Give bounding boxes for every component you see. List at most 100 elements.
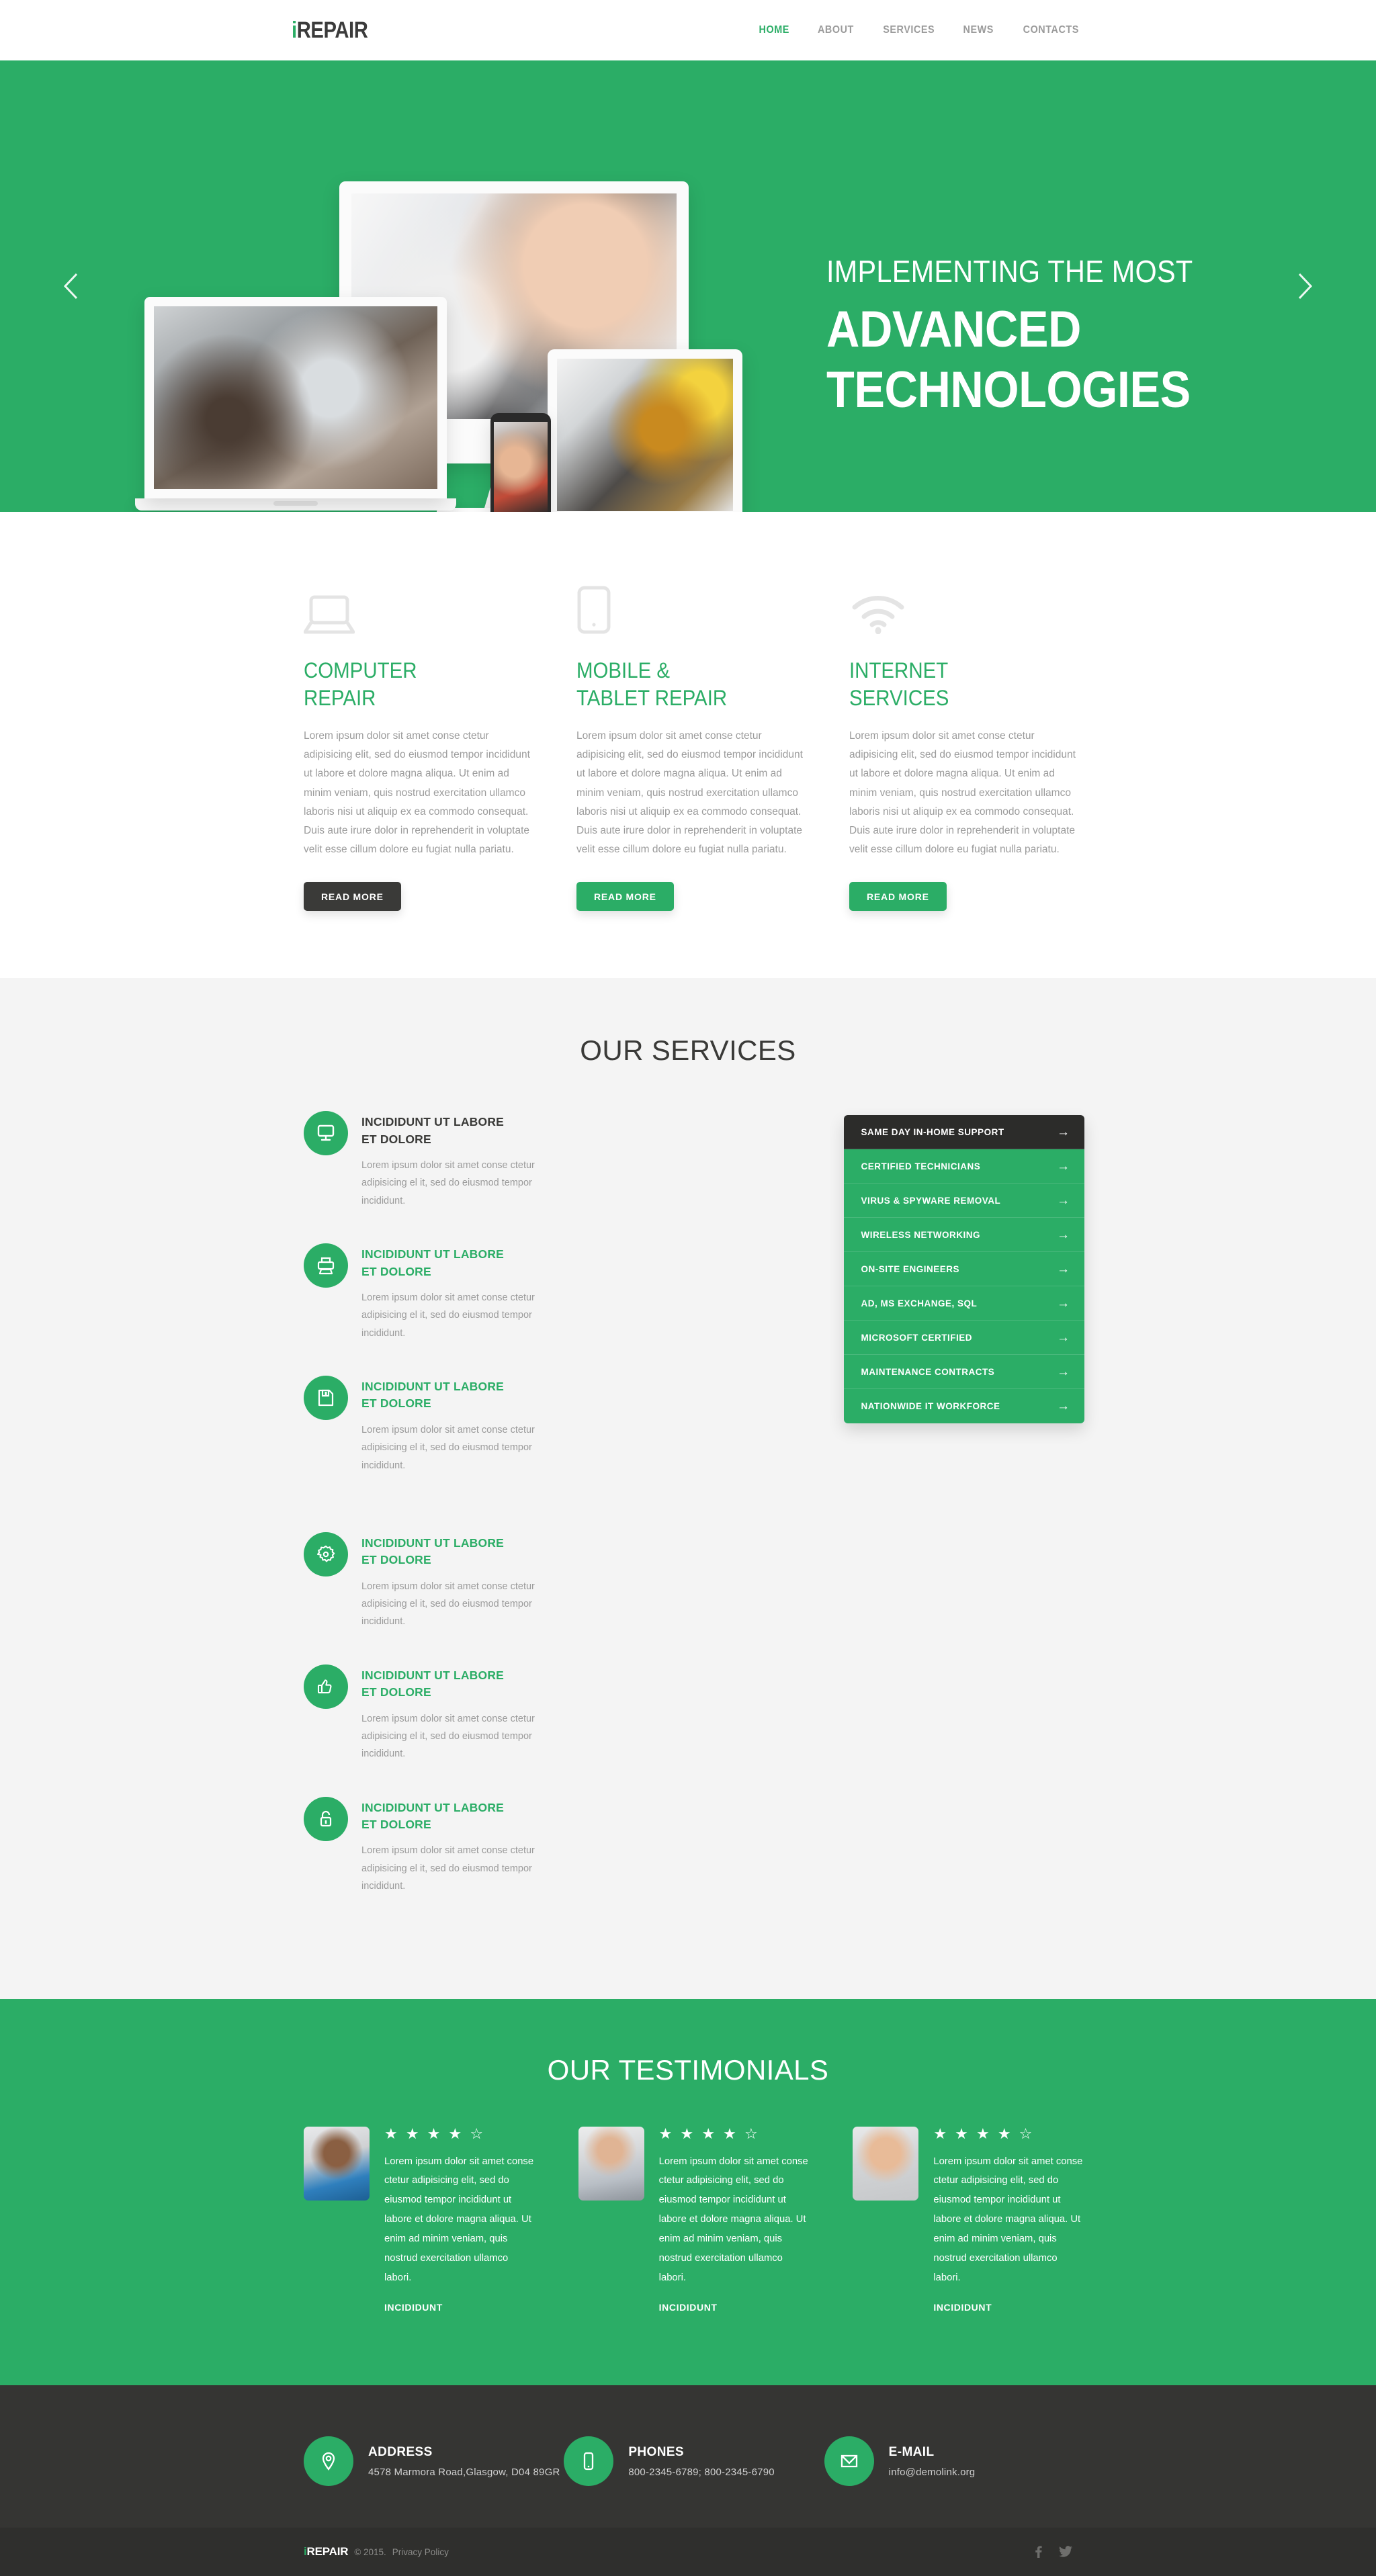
service-item-text: Lorem ipsum dolor sit amet conse ctetur … [361, 1160, 535, 1206]
feature-title-line-2: REPAIR [304, 685, 376, 710]
read-more-button[interactable]: READ MORE [576, 882, 674, 912]
read-more-button[interactable]: READ MORE [849, 882, 947, 912]
services-list-item-ad-ms-exchange-sql[interactable]: AD, MS EXCHANGE, SQL → [843, 1286, 1084, 1321]
service-item-text: Lorem ipsum dolor sit amet conse ctetur … [361, 1292, 535, 1339]
footer-contact-value: 4578 Marmora Road,Glasgow, D04 89GR [368, 2466, 560, 2478]
services-list-item-virus-spyware-removal[interactable]: VIRUS & SPYWARE REMOVAL → [843, 1184, 1084, 1218]
footer-contact-value: 800-2345-6789; 800-2345-6790 [628, 2466, 775, 2478]
twitter-icon[interactable] [1059, 2546, 1072, 2558]
service-title-line-1: INCIDIDUNT UT LABORE [361, 1115, 505, 1129]
footer-contact-address: ADDRESS 4578 Marmora Road,Glasgow, D04 8… [304, 2436, 564, 2487]
phone-icon [564, 2436, 614, 2487]
service-item-save[interactable]: INCIDIDUNT UT LABORE ET DOLORE Lorem ipsu… [304, 1376, 557, 1474]
service-item-title: INCIDIDUNT UT LABORE ET DOLORE [361, 1535, 557, 1569]
service-item-title: INCIDIDUNT UT LABORE ET DOLORE [361, 1246, 557, 1280]
service-title-line-1: INCIDIDUNT UT LABORE [361, 1247, 505, 1261]
privacy-policy-link[interactable]: Privacy Policy [392, 2547, 449, 2557]
page-root: iREPAIR HOME ABOUT SERVICES NEWS CONTACT… [0, 0, 1376, 2576]
hero-kicker: IMPLEMENTING THE MOST [826, 254, 1193, 289]
services-list-item-label: AD, MS EXCHANGE, SQL [861, 1298, 978, 1308]
services-list-item-on-site-engineers[interactable]: ON-SITE ENGINEERS → [843, 1252, 1084, 1287]
services-list: SAME DAY IN-HOME SUPPORT → CERTIFIED TECH… [843, 1115, 1084, 1424]
service-item-thumbs-up[interactable]: INCIDIDUNT UT LABORE ET DOLORE Lorem ipsu… [304, 1664, 557, 1763]
avatar [853, 2126, 919, 2201]
service-item-printer[interactable]: INCIDIDUNT UT LABORE ET DOLORE Lorem ipsu… [304, 1243, 557, 1342]
feature-title: COMPUTER REPAIR [304, 657, 520, 712]
avatar [304, 2126, 370, 2201]
site-logo[interactable]: iREPAIR [292, 17, 368, 44]
laptop-icon [304, 576, 539, 634]
service-title-line-1: INCIDIDUNT UT LABORE [361, 1800, 505, 1814]
phone-photo [494, 422, 548, 512]
service-title-line-1: INCIDIDUNT UT LABORE [361, 1380, 505, 1394]
copyright-text: © 2015. [354, 2547, 386, 2558]
arrow-right-icon: → [1057, 1227, 1070, 1242]
footer-contact-label: PHONES [628, 2444, 684, 2459]
services-column-left: INCIDIDUNT UT LABORE ET DOLORE Lorem ipsu… [304, 1111, 557, 1508]
site-footer: ADDRESS 4578 Marmora Road,Glasgow, D04 8… [0, 2385, 1376, 2528]
envelope-icon [824, 2436, 874, 2487]
testimonial-card: ★ ★ ★ ★ ☆ Lorem ipsum dolor sit amet con… [578, 2125, 810, 2313]
feature-card-internet-services: INTERNET SERVICES Lorem ipsum dolor sit a… [849, 576, 1084, 912]
service-item-monitor[interactable]: INCIDIDUNT UT LABORE ET DOLORE Lorem ipsu… [304, 1111, 557, 1210]
feature-text: Lorem ipsum dolor sit amet conse ctetur … [849, 729, 1076, 856]
services-list-item-label: WIRELESS NETWORKING [861, 1229, 981, 1240]
arrow-right-icon: → [1057, 1193, 1070, 1208]
services-list-item-certified-technicians[interactable]: CERTIFIED TECHNICIANS → [843, 1149, 1084, 1184]
services-list-item-nationwide-it-workforce[interactable]: NATIONWIDE IT WORKFORCE → [843, 1389, 1084, 1424]
service-item-text: Lorem ipsum dolor sit amet conse ctetur … [361, 1845, 535, 1892]
service-item-title: INCIDIDUNT UT LABORE ET DOLORE [361, 1800, 557, 1834]
monitor-icon [304, 1111, 348, 1156]
hero-title-line-2: TECHNOLOGIES [826, 361, 1191, 418]
services-list-item-maintenance-contracts[interactable]: MAINTENANCE CONTRACTS → [843, 1355, 1084, 1390]
chevron-right-icon [1298, 273, 1313, 300]
feature-title-line-2: TABLET REPAIR [576, 685, 728, 710]
services-column-right: INCIDIDUNT UT LABORE ET DOLORE Lorem ipsu… [304, 1531, 557, 1929]
feature-text: Lorem ipsum dolor sit amet conse ctetur … [304, 729, 530, 856]
service-title-line-1: INCIDIDUNT UT LABORE [361, 1536, 505, 1550]
services-grid: INCIDIDUNT UT LABORE ET DOLORE Lorem ipsu… [304, 1111, 821, 1928]
footer-contact-label: ADDRESS [368, 2444, 433, 2459]
nav-item-contacts[interactable]: CONTACTS [1023, 24, 1078, 36]
facebook-icon[interactable] [1032, 2546, 1044, 2559]
feature-title-line-1: INTERNET [849, 658, 949, 682]
service-item-text: Lorem ipsum dolor sit amet conse ctetur … [361, 1424, 535, 1471]
feature-title-line-1: COMPUTER [304, 658, 417, 682]
service-item-title: INCIDIDUNT UT LABORE ET DOLORE [361, 1667, 557, 1701]
laptop-photo [154, 306, 437, 489]
feature-title: INTERNET SERVICES [849, 657, 1066, 712]
nav-item-about[interactable]: ABOUT [818, 24, 854, 36]
thumbs-up-icon [304, 1664, 348, 1709]
rating-stars: ★ ★ ★ ★ ☆ [658, 2125, 760, 2142]
services-section: OUR SERVICES INCIDIDUNT UT LABORE ET DOLO… [0, 978, 1376, 1999]
testimonial-author: INCIDIDUNT [658, 2302, 718, 2313]
read-more-button[interactable]: READ MORE [304, 882, 401, 912]
tablet-icon [576, 576, 812, 634]
services-list-item-microsoft-certified[interactable]: MICROSOFT CERTIFIED → [843, 1321, 1084, 1356]
footer-contact-phones: PHONES 800-2345-6789; 800-2345-6790 [564, 2436, 824, 2487]
services-list-item-same-day-in-home-support[interactable]: SAME DAY IN-HOME SUPPORT → [843, 1115, 1084, 1150]
footer-logo[interactable]: iREPAIR [304, 2545, 349, 2559]
testimonial-text: Lorem ipsum dolor sit amet conse ctetur … [384, 2156, 534, 2283]
map-pin-icon [304, 2436, 353, 2487]
service-item-lock[interactable]: INCIDIDUNT UT LABORE ET DOLORE Lorem ipsu… [304, 1796, 557, 1896]
hero-devices-image [135, 181, 749, 512]
rating-stars: ★ ★ ★ ★ ☆ [933, 2125, 1035, 2142]
feature-title-line-1: MOBILE & [576, 658, 671, 682]
nav-item-news[interactable]: NEWS [963, 24, 994, 36]
services-list-item-label: SAME DAY IN-HOME SUPPORT [861, 1126, 1004, 1137]
footer-contact-email: E-MAIL info@demolink.org [824, 2436, 1084, 2487]
services-list-item-wireless-networking[interactable]: WIRELESS NETWORKING → [843, 1218, 1084, 1253]
arrow-right-icon: → [1057, 1399, 1070, 1414]
service-item-gear[interactable]: INCIDIDUNT UT LABORE ET DOLORE Lorem ipsu… [304, 1531, 557, 1631]
features-section: COMPUTER REPAIR Lorem ipsum dolor sit ame… [0, 512, 1376, 979]
hero-prev-button[interactable] [50, 266, 91, 306]
hero-copy: IMPLEMENTING THE MOST ADVANCED TECHNOLOG… [826, 255, 1297, 420]
nav-item-services[interactable]: SERVICES [883, 24, 935, 36]
service-title-line-2: ET DOLORE [361, 1132, 431, 1146]
nav-item-home[interactable]: HOME [759, 24, 789, 36]
service-title-line-2: ET DOLORE [361, 1685, 431, 1699]
services-list-item-label: CERTIFIED TECHNICIANS [861, 1161, 981, 1171]
laptop-base [135, 498, 456, 510]
services-list-item-label: NATIONWIDE IT WORKFORCE [861, 1401, 1000, 1412]
